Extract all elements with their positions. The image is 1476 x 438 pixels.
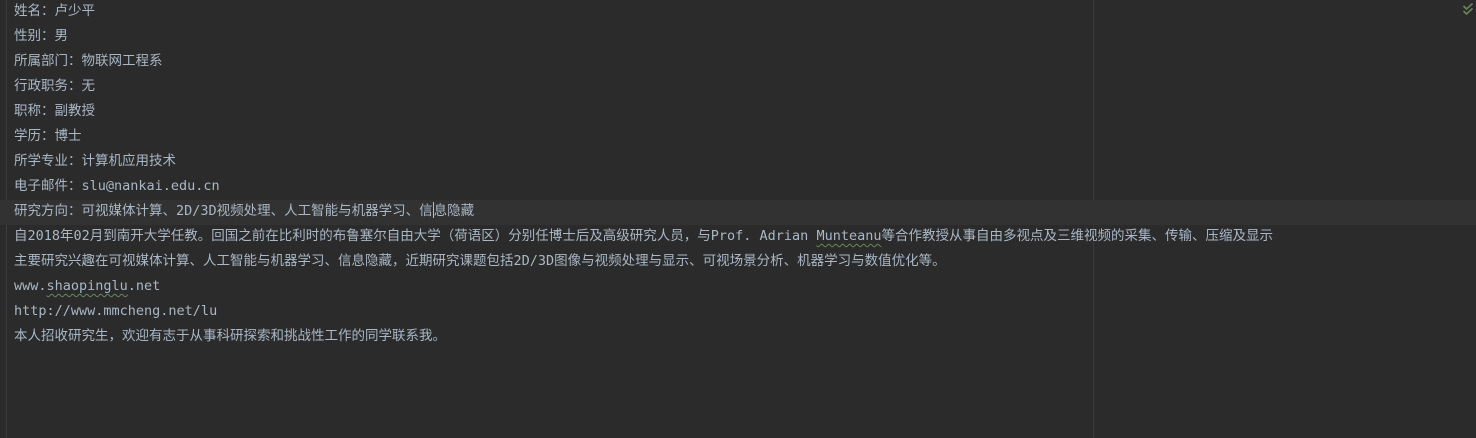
line-department[interactable]: 所属部门：物联网工程系 bbox=[14, 50, 1476, 75]
line-bio[interactable]: 自2018年02月到南开大学任教。回国之前在比利时的布鲁塞尔自由大学（荷语区）分… bbox=[14, 225, 1476, 250]
line-email[interactable]: 电子邮件：slu@nankai.edu.cn bbox=[14, 175, 1476, 200]
line-gender[interactable]: 性别：男 bbox=[14, 25, 1476, 50]
line-text-segment: 等合作教授从事自由多视点及三维视频的采集、传输、压缩及显示 bbox=[881, 228, 1273, 244]
line-major[interactable]: 所学专业：计算机应用技术 bbox=[14, 150, 1476, 175]
line-text-before-caret: 研究方向：可视媒体计算、2D/3D视频处理、人工智能与机器学习、信 bbox=[14, 203, 433, 219]
line-admin-position[interactable]: 行政职务：无 bbox=[14, 75, 1476, 100]
check-icon[interactable] bbox=[1462, 3, 1474, 15]
line-website[interactable]: www.shaopinglu.net bbox=[14, 275, 1476, 300]
line-research-interests[interactable]: 主要研究兴趣在可视媒体计算、人工智能与机器学习、信息隐藏，近期研究课题包括2D/… bbox=[14, 250, 1476, 275]
spellcheck-word: Munteanu bbox=[816, 228, 882, 244]
line-name[interactable]: 姓名：卢少平 bbox=[14, 0, 1476, 25]
line-recruitment[interactable]: 本人招收研究生，欢迎有志于从事科研探索和挑战性工作的同学联系我。 bbox=[14, 325, 1476, 350]
line-title[interactable]: 职称：副教授 bbox=[14, 100, 1476, 125]
line-homepage-url[interactable]: http://www.mmcheng.net/lu bbox=[14, 300, 1476, 325]
text-editor[interactable]: 姓名：卢少平 性别：男 所属部门：物联网工程系 行政职务：无 职称：副教授 学历… bbox=[0, 0, 1476, 438]
spellcheck-word: shaopinglu bbox=[46, 278, 128, 294]
line-text-segment: .net bbox=[127, 278, 161, 294]
line-text-segment: www. bbox=[14, 278, 47, 294]
line-text-segment: 自2018年02月到南开大学任教。回国之前在比利时的布鲁塞尔自由大学（荷语区）分… bbox=[14, 228, 817, 244]
editor-content[interactable]: 姓名：卢少平 性别：男 所属部门：物联网工程系 行政职务：无 职称：副教授 学历… bbox=[0, 0, 1476, 350]
line-text-after-caret: 息隐藏 bbox=[433, 203, 475, 219]
line-research-direction[interactable]: 研究方向：可视媒体计算、2D/3D视频处理、人工智能与机器学习、信息隐藏 bbox=[0, 200, 1476, 225]
line-education[interactable]: 学历：博士 bbox=[14, 125, 1476, 150]
